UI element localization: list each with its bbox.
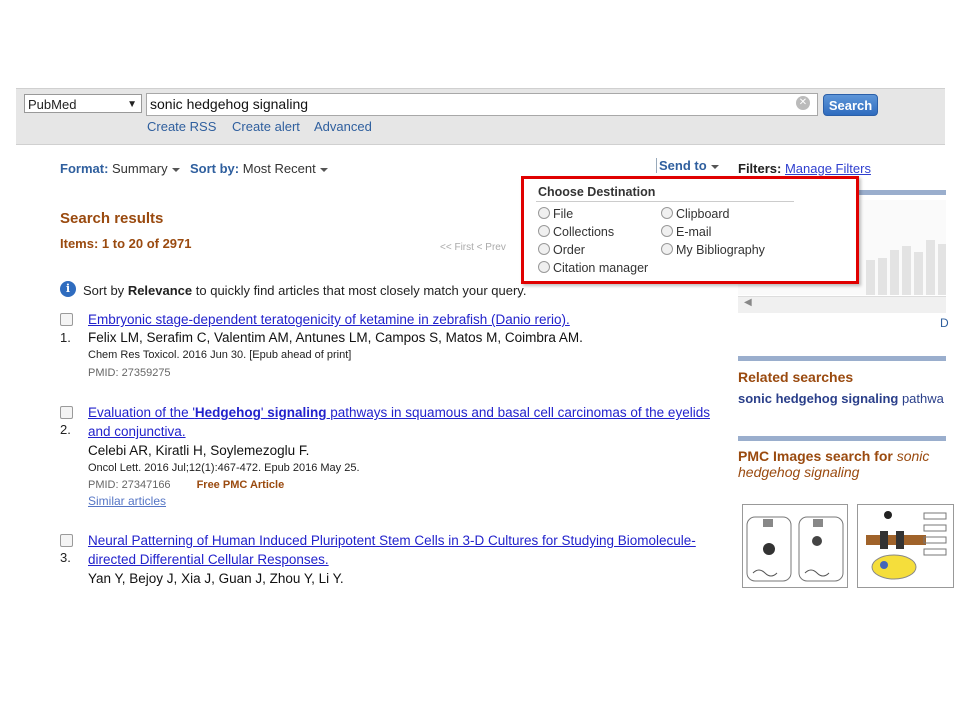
pmc-images-title: PMC Images search for sonic hedgehog sig… xyxy=(738,448,948,480)
chevron-down-icon xyxy=(319,167,328,172)
chart-bar xyxy=(902,246,911,295)
divider xyxy=(738,356,946,361)
option-file[interactable]: File xyxy=(538,207,573,221)
option-email[interactable]: E-mail xyxy=(661,225,711,239)
result-number: 2. xyxy=(60,422,71,437)
download-link[interactable]: D xyxy=(940,316,949,330)
related-searches-title: Related searches xyxy=(738,369,854,385)
chevron-down-icon xyxy=(710,164,719,169)
result-authors: Yan Y, Bejoy J, Xia J, Guan J, Zhou Y, L… xyxy=(88,571,344,586)
option-my-bibliography[interactable]: My Bibliography xyxy=(661,243,765,257)
result-journal: Chem Res Toxicol. 2016 Jun 30. [Epub ahe… xyxy=(88,349,352,361)
radio-button[interactable] xyxy=(661,243,673,255)
pmc-image-thumbnail[interactable] xyxy=(742,504,848,588)
dropdown-arrow-icon: ▼ xyxy=(127,99,137,110)
result-checkbox[interactable] xyxy=(60,534,73,547)
related-search-link[interactable]: sonic hedgehog signaling pathwa xyxy=(738,391,960,406)
radio-button[interactable] xyxy=(661,207,673,219)
chart-bar xyxy=(926,240,935,295)
result-journal: Oncol Lett. 2016 Jul;12(1):467-472. Epub… xyxy=(88,462,360,474)
result-number: 1. xyxy=(60,330,71,345)
database-select-value: PubMed xyxy=(28,97,77,112)
related-rest: pathwa xyxy=(898,391,944,406)
result-checkbox[interactable] xyxy=(60,406,73,419)
pager[interactable]: << First < Prev xyxy=(440,242,506,253)
items-count: Items: 1 to 20 of 2971 xyxy=(60,236,192,251)
create-rss-link[interactable]: Create RSS xyxy=(147,119,216,134)
radio-button[interactable] xyxy=(661,225,673,237)
result-pmid: PMID: 27359275 xyxy=(88,367,171,379)
relevance-link[interactable]: Relevance xyxy=(128,283,192,298)
sort-tip-pre: Sort by xyxy=(83,283,125,298)
chart-scrollbar[interactable] xyxy=(738,296,946,313)
result-title-link[interactable]: Evaluation of the 'Hedgehog' signaling p… xyxy=(88,403,728,441)
sort-value: Most Recent xyxy=(242,161,316,176)
format-value: Summary xyxy=(112,161,168,176)
chart-bar xyxy=(890,250,899,295)
chart-bar xyxy=(914,252,923,295)
result-title-link[interactable]: Embryonic stage-dependent teratogenicity… xyxy=(88,310,728,329)
option-citation-manager[interactable]: Citation manager xyxy=(538,261,648,275)
result-pmid: PMID: 27347166 xyxy=(88,479,171,491)
database-select[interactable]: PubMed ▼ xyxy=(24,94,142,113)
format-label: Format xyxy=(60,161,105,176)
scroll-left-icon[interactable]: ◀ xyxy=(744,297,752,308)
option-collections[interactable]: Collections xyxy=(538,225,614,239)
result-authors: Celebi AR, Kiratli H, Soylemezoglu F. xyxy=(88,443,310,458)
free-pmc-article-link[interactable]: Free PMC Article xyxy=(197,479,285,491)
info-icon: i xyxy=(60,281,76,297)
radio-button[interactable] xyxy=(538,207,550,219)
filters-label: Filters: xyxy=(738,161,782,176)
similar-articles-link[interactable]: Similar articles xyxy=(88,494,166,508)
option-label: Citation manager xyxy=(553,261,649,275)
filters-header: Filters: Manage Filters xyxy=(738,161,871,176)
manage-filters-link[interactable]: Manage Filters xyxy=(785,161,871,176)
result-pmid-row: PMID: 27347166 Free PMC Article xyxy=(88,479,284,491)
option-label: Collections xyxy=(553,225,615,239)
pathway-diagram-image xyxy=(866,511,947,580)
sort-tip-post: to quickly find articles that most close… xyxy=(195,283,527,298)
result-checkbox[interactable] xyxy=(60,313,73,326)
title-part: Evaluation of the ' xyxy=(88,405,195,420)
option-label: File xyxy=(553,207,574,221)
sort-dropdown[interactable]: Sort by: Most Recent xyxy=(190,161,328,176)
sort-tip: Sort by Relevance to quickly find articl… xyxy=(83,283,526,298)
chevron-down-icon xyxy=(171,167,180,172)
send-to-button[interactable]: Send to xyxy=(656,158,719,173)
pmc-title-text: PMC Images search for xyxy=(738,448,893,464)
result-number: 3. xyxy=(60,550,71,565)
chart-bar xyxy=(938,244,946,295)
radio-button[interactable] xyxy=(538,225,550,237)
chart-bar xyxy=(866,260,875,295)
radio-button[interactable] xyxy=(538,261,550,273)
search-button[interactable]: Search xyxy=(823,94,878,116)
advanced-link[interactable]: Advanced xyxy=(314,119,372,134)
related-bold: sonic hedgehog signaling xyxy=(738,391,899,406)
divider xyxy=(536,201,794,202)
pmc-image-thumbnail[interactable] xyxy=(857,504,954,588)
sort-label: Sort by xyxy=(190,161,235,176)
option-label: E-mail xyxy=(676,225,712,239)
result-authors: Felix LM, Serafim C, Valentim AM, Antune… xyxy=(88,330,583,345)
option-label: Clipboard xyxy=(676,207,730,221)
option-label: My Bibliography xyxy=(676,243,765,257)
page-title: Search results xyxy=(60,210,164,227)
create-alert-link[interactable]: Create alert xyxy=(232,119,300,134)
cell-diagram-image xyxy=(746,516,844,582)
popup-title: Choose Destination xyxy=(538,185,656,199)
divider xyxy=(738,436,946,441)
radio-button[interactable] xyxy=(538,243,550,255)
format-dropdown[interactable]: Format: Summary xyxy=(60,161,180,176)
send-to-label: Send to xyxy=(659,158,707,173)
search-input[interactable]: sonic hedgehog signaling xyxy=(146,93,818,116)
title-highlight: signaling xyxy=(267,405,327,420)
title-highlight: Hedgehog xyxy=(194,405,261,420)
clear-icon[interactable]: ✕ xyxy=(796,96,810,110)
option-clipboard[interactable]: Clipboard xyxy=(661,207,730,221)
chart-bar xyxy=(878,258,887,295)
option-order[interactable]: Order xyxy=(538,243,585,257)
result-title-link[interactable]: Neural Patterning of Human Induced Pluri… xyxy=(88,531,728,569)
option-label: Order xyxy=(553,243,585,257)
